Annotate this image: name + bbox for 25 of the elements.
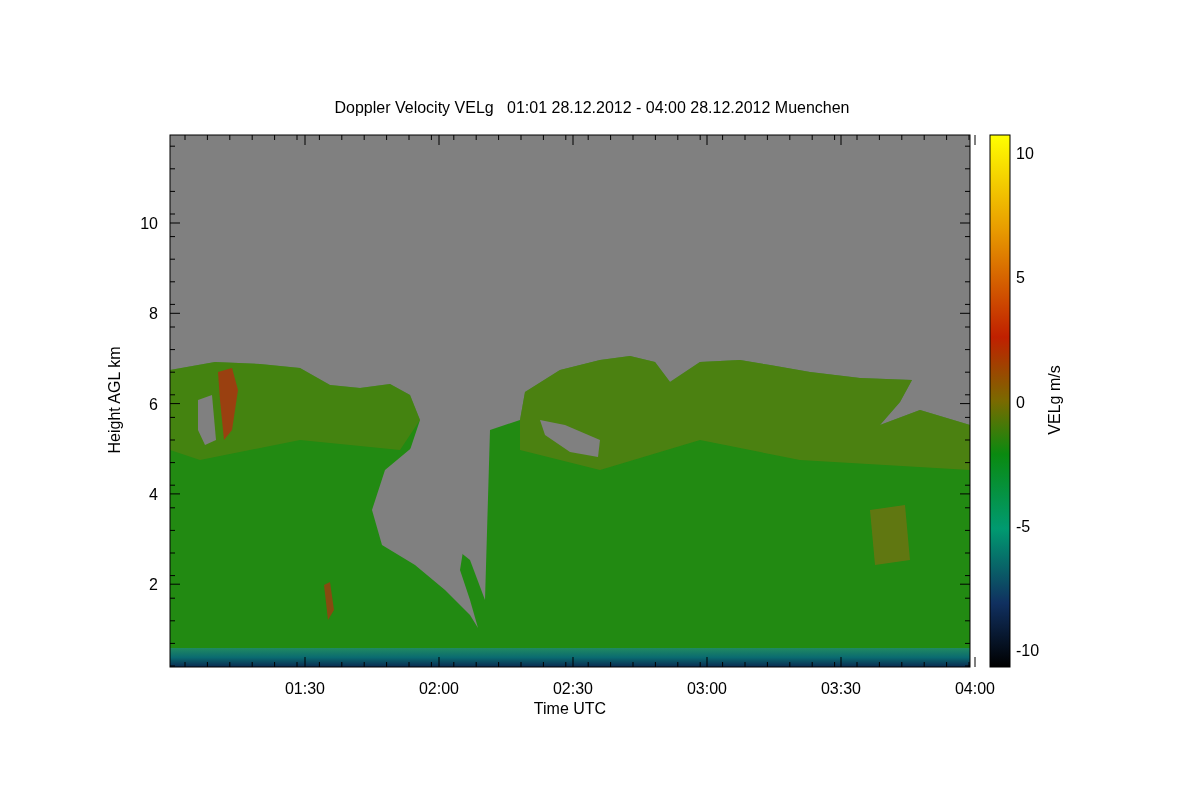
- colorbar-tick-label: -5: [1016, 517, 1031, 535]
- y-tick-label: 4: [149, 485, 158, 503]
- colorbar-tick-label: 5: [1016, 269, 1025, 287]
- x-axis-label: Time UTC: [533, 700, 607, 717]
- colorbar-tick-label: -10: [1016, 642, 1040, 659]
- colorbar-label: VELg m/s: [1046, 365, 1063, 435]
- echo-gap: [198, 395, 216, 445]
- y-tick-label: 2: [149, 576, 158, 594]
- y-axis-label: Height AGL km: [106, 346, 123, 454]
- velocity-patch: [218, 368, 238, 440]
- y-tick-label: 8: [149, 305, 158, 323]
- x-tick-label: 03:30: [821, 680, 861, 697]
- y-tick-label: 6: [149, 395, 158, 413]
- x-tick-label: 01:30: [285, 680, 325, 697]
- velocity-patch: [324, 582, 334, 620]
- echo-gap: [540, 420, 600, 457]
- colorbar-tick-label: 10: [1016, 145, 1034, 162]
- x-tick-label: 04:00: [955, 680, 995, 697]
- x-tick-label: 03:00: [687, 680, 727, 697]
- velocity-patch: [870, 505, 910, 565]
- x-tick-label: 02:00: [419, 680, 459, 697]
- chart-title: Doppler Velocity VELg 01:01 28.12.2012 - 04:00 28.12.2012 Muenchen: [334, 99, 850, 116]
- x-tick-label: 02:30: [553, 680, 593, 697]
- y-tick-label: 10: [140, 215, 158, 232]
- colorbar-tick-label: 0: [1016, 393, 1025, 411]
